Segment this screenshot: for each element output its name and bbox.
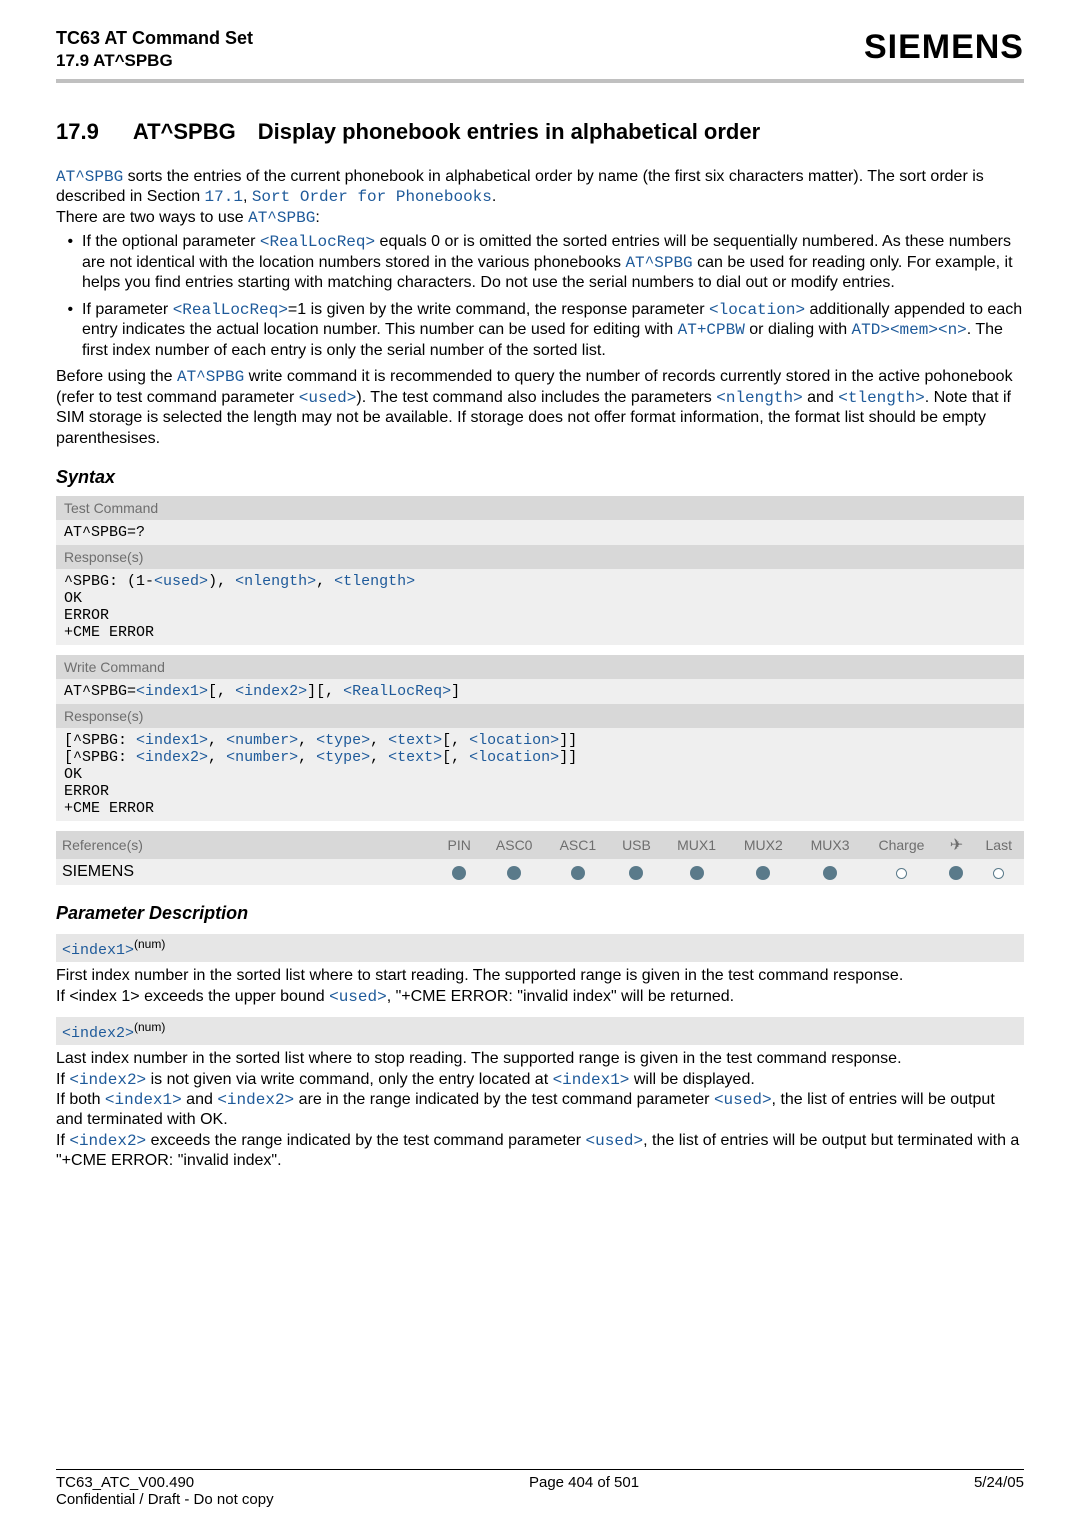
page-header: TC63 AT Command Set 17.9 AT^SPBG SIEMENS bbox=[56, 28, 1024, 71]
param-ref[interactable]: <location> bbox=[469, 732, 559, 749]
param-ref[interactable]: <text> bbox=[388, 732, 442, 749]
param-ref[interactable]: <index1> bbox=[105, 1091, 182, 1109]
brand-logo: SIEMENS bbox=[864, 28, 1024, 67]
dot-icon bbox=[939, 859, 973, 885]
cmd-ref[interactable]: AT^SPBG bbox=[56, 168, 123, 186]
section-ref-title[interactable]: Sort Order for Phonebooks bbox=[252, 188, 492, 206]
col-pin: PIN bbox=[436, 831, 482, 859]
param-ref[interactable]: <used> bbox=[154, 573, 208, 590]
cmd-ref[interactable]: AT+CPBW bbox=[678, 321, 745, 339]
reference-table: Reference(s) PIN ASC0 ASC1 USB MUX1 MUX2… bbox=[56, 831, 1024, 885]
col-asc1: ASC1 bbox=[546, 831, 610, 859]
cmd-ref[interactable]: AT^SPBG bbox=[625, 254, 692, 272]
dot-icon bbox=[610, 859, 663, 885]
write-command-line: AT^SPBG=<index1>[, <index2>][, <RealLocR… bbox=[56, 679, 1024, 704]
doc-title: TC63 AT Command Set bbox=[56, 28, 253, 49]
list-item: If the optional parameter <RealLocReq> e… bbox=[82, 232, 1024, 293]
dot-open-icon bbox=[974, 859, 1025, 885]
col-mux2: MUX2 bbox=[730, 831, 797, 859]
response-label: Response(s) bbox=[56, 704, 1024, 728]
param-ref[interactable]: <RealLocReq> bbox=[343, 683, 451, 700]
param-ref[interactable]: <text> bbox=[388, 749, 442, 766]
list-item: If parameter <RealLocReq>=1 is given by … bbox=[82, 300, 1024, 361]
write-command-label: Write Command bbox=[56, 655, 1024, 679]
cmd-ref[interactable]: AT^SPBG bbox=[177, 368, 244, 386]
dot-icon bbox=[730, 859, 797, 885]
param-ref[interactable]: <used> bbox=[329, 988, 387, 1006]
dot-open-icon bbox=[863, 859, 939, 885]
test-command-label: Test Command bbox=[56, 496, 1024, 520]
param-ref[interactable]: <nlength> bbox=[235, 573, 316, 590]
dot-icon bbox=[546, 859, 610, 885]
write-command-box: Write Command AT^SPBG=<index1>[, <index2… bbox=[56, 655, 1024, 821]
footer-confidential: Confidential / Draft - Do not copy bbox=[56, 1491, 1024, 1508]
param-ref[interactable]: <type> bbox=[316, 749, 370, 766]
section-ref[interactable]: 17.1 bbox=[205, 188, 243, 206]
param-ref[interactable]: <index2> bbox=[136, 749, 208, 766]
param-ref[interactable]: <tlength> bbox=[334, 573, 415, 590]
col-charge: Charge bbox=[863, 831, 939, 859]
param-index2-label: <index2>(num) bbox=[56, 1017, 1024, 1045]
header-rule bbox=[56, 79, 1024, 83]
page-footer: TC63_ATC_V00.490 Page 404 of 501 5/24/05… bbox=[56, 1469, 1024, 1508]
cmd-ref[interactable]: ATD><mem><n> bbox=[852, 321, 967, 339]
section-heading: 17.9 AT^SPBG Display phonebook entries i… bbox=[56, 119, 1024, 145]
param-ref[interactable]: <location> bbox=[469, 749, 559, 766]
param-index2-desc: Last index number in the sorted list whe… bbox=[56, 1049, 1024, 1172]
test-response-lines: ^SPBG: (1-<used>), <nlength>, <tlength> … bbox=[56, 569, 1024, 645]
param-ref[interactable]: <type> bbox=[316, 732, 370, 749]
col-mux1: MUX1 bbox=[663, 831, 730, 859]
bullet-list: If the optional parameter <RealLocReq> e… bbox=[56, 232, 1024, 361]
section-number: 17.9 bbox=[56, 119, 99, 145]
footer-center: Page 404 of 501 bbox=[529, 1474, 639, 1491]
param-ref[interactable]: <used> bbox=[299, 389, 357, 407]
footer-right: 5/24/05 bbox=[974, 1474, 1024, 1491]
ref-header: Reference(s) bbox=[56, 831, 436, 859]
after-para: Before using the AT^SPBG write command i… bbox=[56, 367, 1024, 449]
param-ref[interactable]: <index2> bbox=[69, 1132, 146, 1150]
col-last: Last bbox=[974, 831, 1025, 859]
header-left: TC63 AT Command Set 17.9 AT^SPBG bbox=[56, 28, 253, 71]
param-ref[interactable]: <index1> bbox=[136, 732, 208, 749]
param-ref[interactable]: <used> bbox=[714, 1091, 772, 1109]
dot-icon bbox=[663, 859, 730, 885]
param-ref[interactable]: <used> bbox=[586, 1132, 644, 1150]
dot-icon bbox=[482, 859, 546, 885]
doc-subtitle: 17.9 AT^SPBG bbox=[56, 51, 253, 71]
ref-name: SIEMENS bbox=[56, 859, 436, 885]
col-asc0: ASC0 bbox=[482, 831, 546, 859]
param-ref[interactable]: <nlength> bbox=[716, 389, 802, 407]
dot-icon bbox=[797, 859, 864, 885]
col-mux3: MUX3 bbox=[797, 831, 864, 859]
param-ref[interactable]: <index1> bbox=[553, 1071, 630, 1089]
param-ref[interactable]: <location> bbox=[709, 301, 805, 319]
param-index1-desc: First index number in the sorted list wh… bbox=[56, 966, 1024, 1007]
write-response-lines: [^SPBG: <index1>, <number>, <type>, <tex… bbox=[56, 728, 1024, 821]
param-ref[interactable]: <index2> bbox=[217, 1091, 294, 1109]
dot-icon bbox=[436, 859, 482, 885]
footer-left: TC63_ATC_V00.490 bbox=[56, 1474, 194, 1491]
syntax-heading: Syntax bbox=[56, 467, 1024, 488]
section-title: AT^SPBG Display phonebook entries in alp… bbox=[133, 119, 760, 145]
param-ref[interactable]: <index2> bbox=[69, 1071, 146, 1089]
test-command-line: AT^SPBG=? bbox=[56, 520, 1024, 545]
intro-para: AT^SPBG sorts the entries of the current… bbox=[56, 167, 1024, 228]
param-desc-heading: Parameter Description bbox=[56, 903, 1024, 924]
param-ref[interactable]: <number> bbox=[226, 732, 298, 749]
param-ref[interactable]: <index1> bbox=[136, 683, 208, 700]
param-index1-label: <index1>(num) bbox=[56, 934, 1024, 962]
param-ref[interactable]: <tlength> bbox=[838, 389, 924, 407]
response-label: Response(s) bbox=[56, 545, 1024, 569]
param-ref[interactable]: <index2> bbox=[235, 683, 307, 700]
param-ref[interactable]: <RealLocReq> bbox=[173, 301, 288, 319]
param-ref[interactable]: <RealLocReq> bbox=[260, 233, 375, 251]
cmd-ref[interactable]: AT^SPBG bbox=[248, 209, 315, 227]
param-ref[interactable]: <number> bbox=[226, 749, 298, 766]
col-usb: USB bbox=[610, 831, 663, 859]
table-row: SIEMENS bbox=[56, 859, 1024, 885]
col-airplane: ✈ bbox=[939, 831, 973, 859]
test-command-box: Test Command AT^SPBG=? Response(s) ^SPBG… bbox=[56, 496, 1024, 645]
